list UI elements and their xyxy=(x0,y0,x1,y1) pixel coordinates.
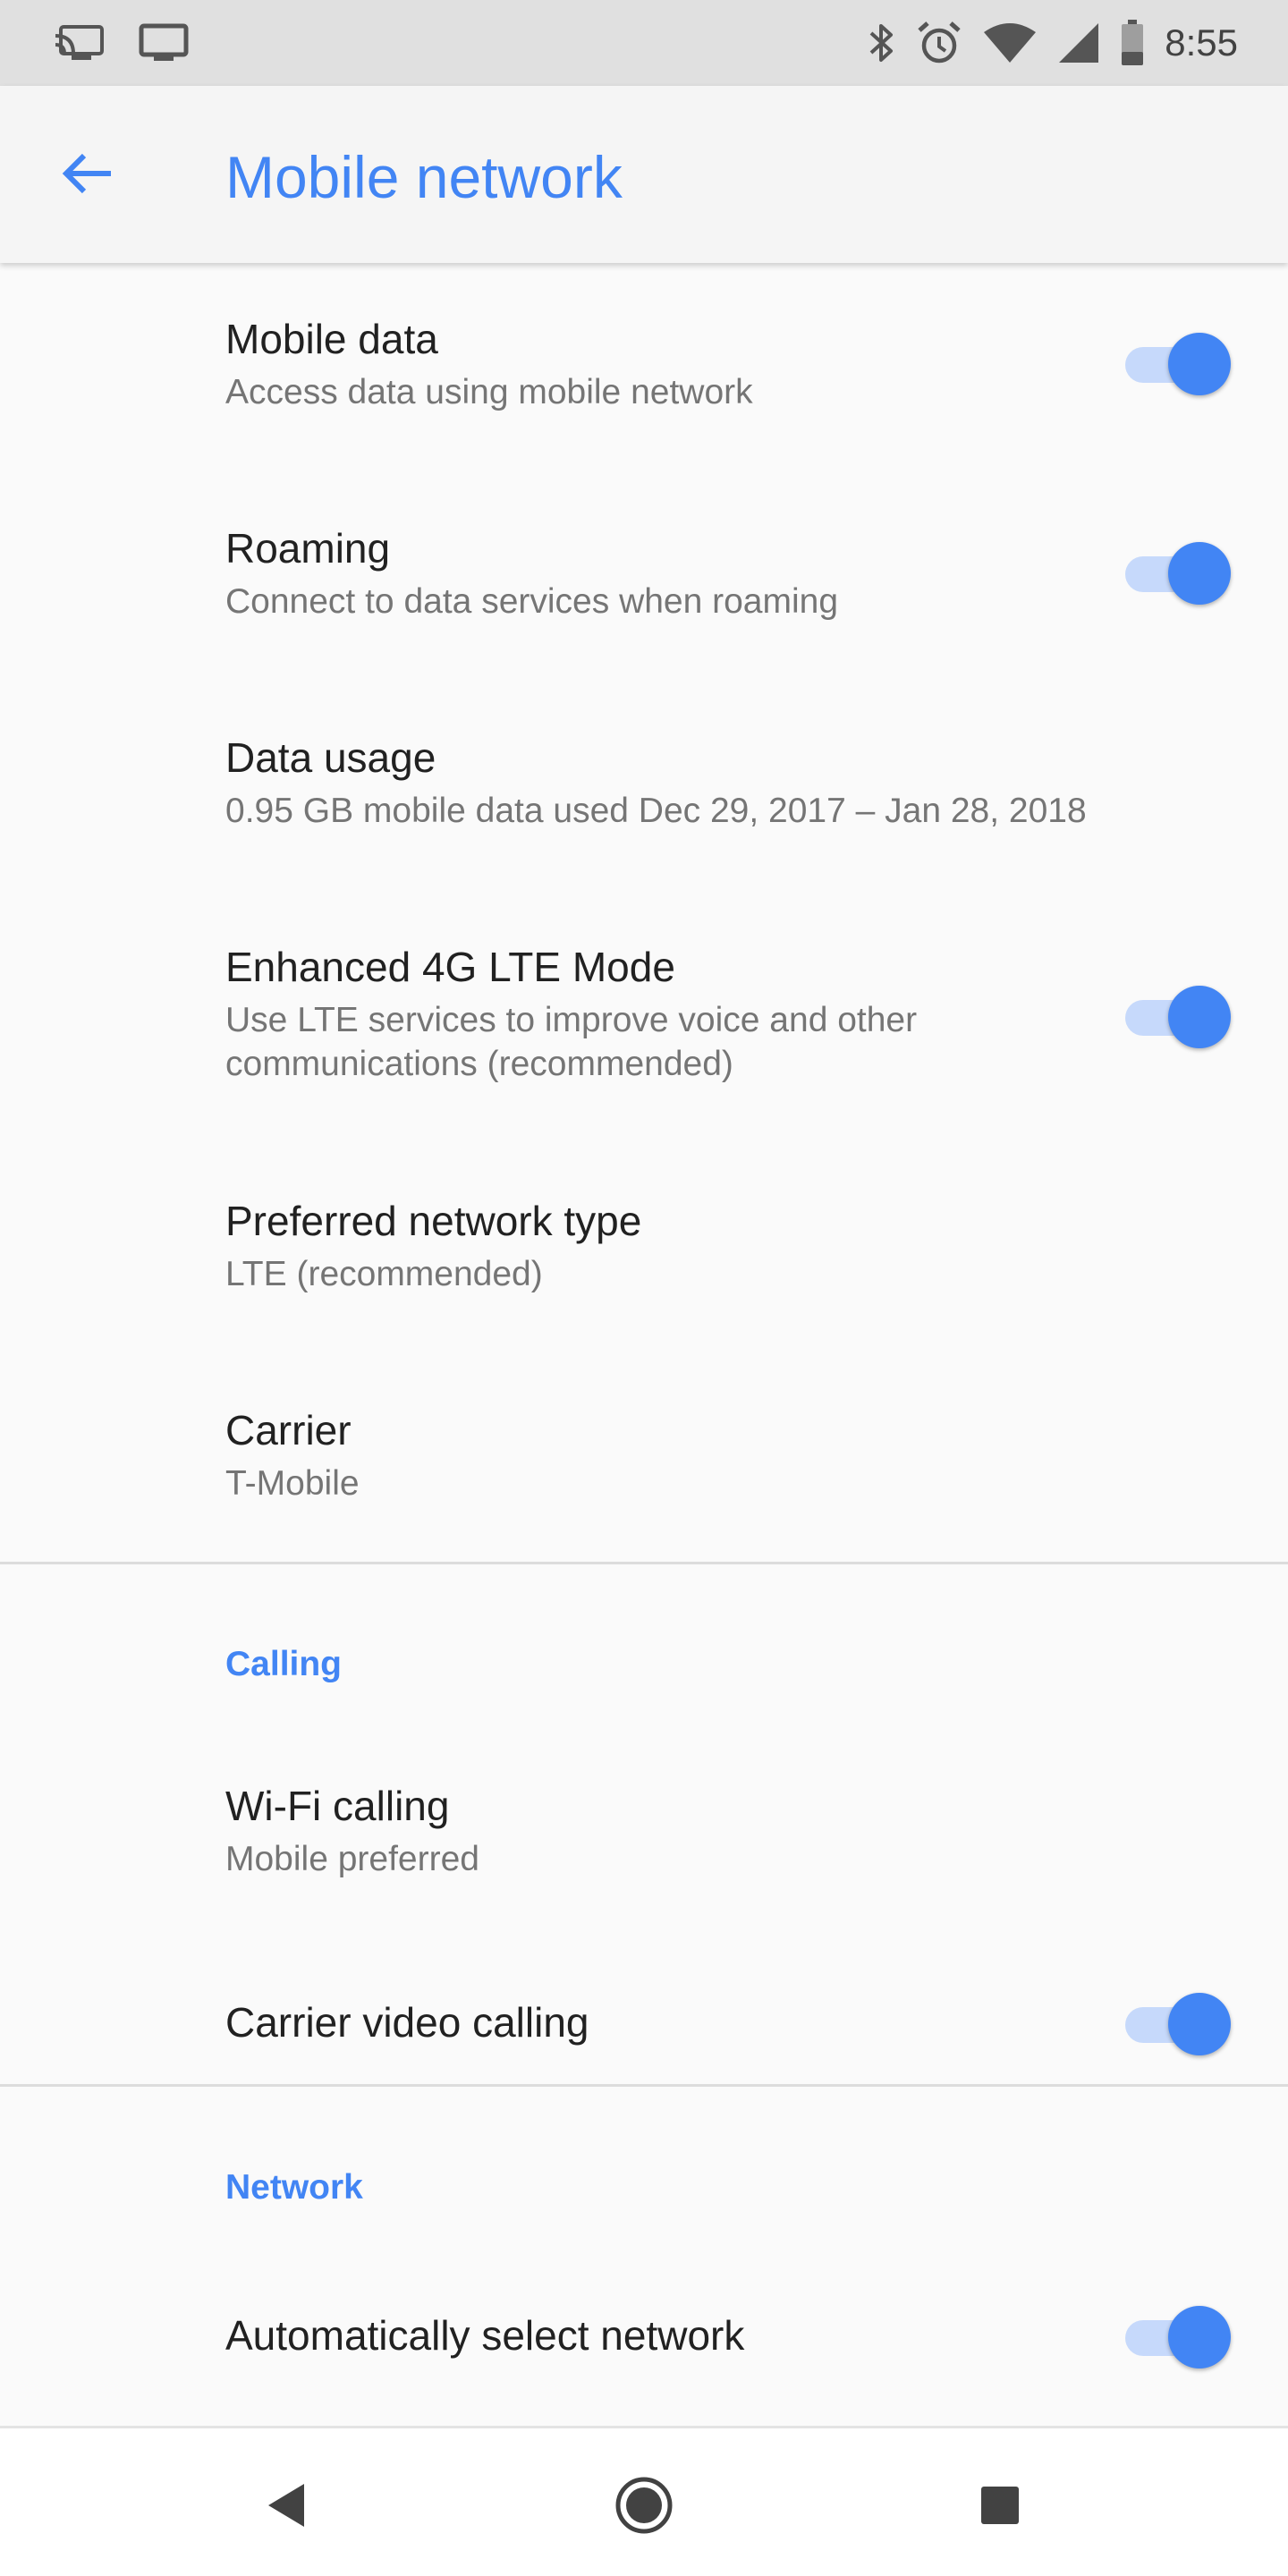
app-bar: Mobile network xyxy=(0,86,1288,263)
back-triangle-icon xyxy=(265,2482,308,2533)
pref-data-usage[interactable]: Data usage 0.95 GB mobile data used Dec … xyxy=(0,717,1288,852)
pref-title: Preferred network type xyxy=(225,1198,642,1244)
pref-summary: T-Mobile xyxy=(225,1464,360,1503)
status-left-icons xyxy=(54,23,222,63)
pref-summary: Access data using mobile network xyxy=(225,373,753,411)
navigation-bar xyxy=(0,2426,1288,2576)
toggle-thumb xyxy=(1168,986,1231,1048)
back-button[interactable] xyxy=(45,132,131,218)
wifi-icon xyxy=(982,21,1038,64)
status-time: 8:55 xyxy=(1165,21,1238,64)
pref-roaming[interactable]: Roaming Connect to data services when ro… xyxy=(0,508,1288,642)
pref-summary: Use LTE services to improve voice and ot… xyxy=(225,1001,918,1083)
auto-select-toggle[interactable] xyxy=(1123,2299,1231,2370)
status-right-icons: 8:55 xyxy=(848,20,1238,66)
pref-wifi-calling[interactable]: Wi-Fi calling Mobile preferred xyxy=(0,1766,1288,1900)
pref-network-type[interactable]: Preferred network type LTE (recommended) xyxy=(0,1181,1288,1315)
toggle-thumb xyxy=(1168,1993,1231,2055)
pref-title: Data usage xyxy=(225,734,436,781)
pref-auto-select-network[interactable]: Automatically select network xyxy=(0,2272,1288,2388)
pref-summary: Mobile preferred xyxy=(225,1840,479,1878)
battery-icon xyxy=(1120,20,1145,66)
nav-recents-button[interactable] xyxy=(968,2475,1032,2539)
lte-mode-toggle[interactable] xyxy=(1123,979,1231,1050)
cast-icon xyxy=(54,23,106,63)
pref-summary: LTE (recommended) xyxy=(225,1255,543,1293)
divider xyxy=(0,1562,1288,1564)
pref-title: Roaming xyxy=(225,525,391,572)
section-header-calling: Calling xyxy=(225,1645,343,1683)
pref-title: Mobile data xyxy=(225,316,438,362)
pref-carrier[interactable]: Carrier T-Mobile xyxy=(0,1390,1288,1524)
nav-back-button[interactable] xyxy=(254,2475,318,2539)
pref-carrier-video-calling[interactable]: Carrier video calling xyxy=(0,1959,1288,2075)
pref-title: Wi-Fi calling xyxy=(225,1783,450,1829)
page-title: Mobile network xyxy=(225,144,623,210)
recents-square-icon xyxy=(979,2485,1021,2530)
toggle-thumb xyxy=(1168,542,1231,605)
monitor-icon xyxy=(138,23,190,63)
status-bar: 8:55 xyxy=(0,0,1288,86)
nav-home-button[interactable] xyxy=(612,2475,676,2539)
pref-mobile-data[interactable]: Mobile data Access data using mobile net… xyxy=(0,299,1288,433)
video-calling-toggle[interactable] xyxy=(1123,1986,1231,2057)
home-circle-icon xyxy=(614,2475,674,2540)
toggle-thumb xyxy=(1168,2306,1231,2368)
pref-title: Automatically select network xyxy=(225,2312,745,2359)
pref-title: Enhanced 4G LTE Mode xyxy=(225,944,675,990)
bluetooth-icon xyxy=(868,21,896,65)
pref-summary: 0.95 GB mobile data used Dec 29, 2017 – … xyxy=(225,792,1087,830)
pref-title: Carrier xyxy=(225,1407,352,1453)
signal-icon xyxy=(1057,21,1100,64)
pref-title: Carrier video calling xyxy=(225,1999,589,2046)
section-header-network: Network xyxy=(225,2168,363,2207)
divider xyxy=(0,2084,1288,2087)
mobile-data-toggle[interactable] xyxy=(1123,326,1231,397)
alarm-icon xyxy=(916,20,962,66)
pref-summary: Connect to data services when roaming xyxy=(225,582,839,621)
pref-enhanced-lte[interactable]: Enhanced 4G LTE Mode Use LTE services to… xyxy=(0,927,1288,1106)
roaming-toggle[interactable] xyxy=(1123,535,1231,606)
toggle-thumb xyxy=(1168,333,1231,395)
arrow-back-icon xyxy=(59,145,116,207)
